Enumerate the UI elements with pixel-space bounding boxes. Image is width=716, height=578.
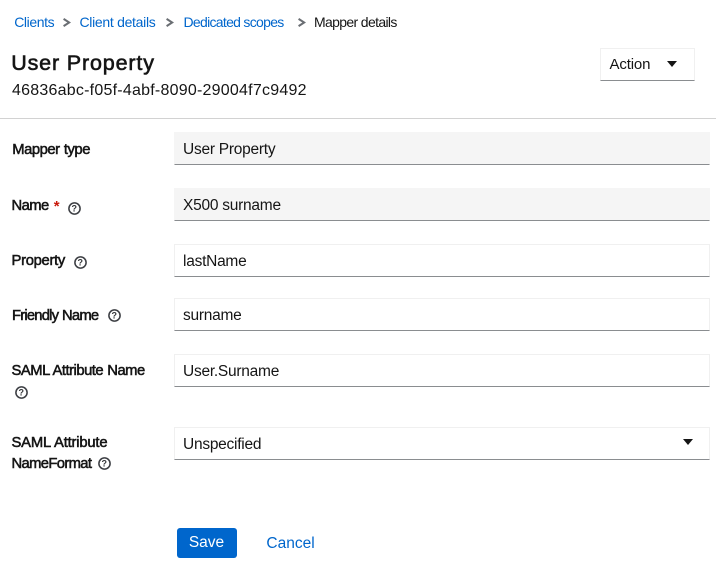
svg-text:?: ? xyxy=(112,311,118,321)
svg-text:?: ? xyxy=(19,388,25,398)
svg-text:?: ? xyxy=(102,459,108,469)
svg-text:?: ? xyxy=(77,257,83,267)
svg-text:?: ? xyxy=(72,204,78,214)
